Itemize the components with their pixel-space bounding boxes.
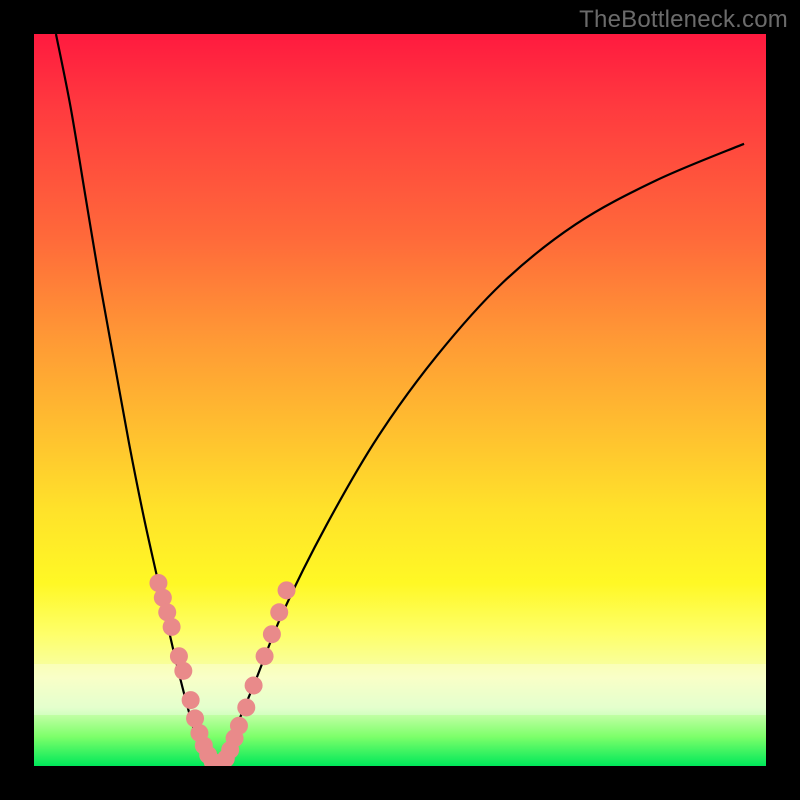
data-marker	[208, 756, 226, 766]
curve-bottleneck-right	[217, 144, 744, 766]
data-marker	[195, 737, 213, 755]
data-marker	[190, 724, 208, 742]
bottleneck-curve	[34, 34, 766, 766]
data-marker	[174, 662, 192, 680]
chart-frame: TheBottleneck.com	[0, 0, 800, 800]
watermark-text: TheBottleneck.com	[579, 6, 788, 34]
data-marker	[237, 698, 255, 716]
data-marker	[230, 717, 248, 735]
data-marker	[170, 647, 188, 665]
data-marker	[182, 691, 200, 709]
plot-area	[34, 34, 766, 766]
data-marker	[204, 753, 222, 766]
data-marker	[221, 741, 239, 759]
data-marker	[270, 603, 288, 621]
data-marker	[263, 625, 281, 643]
data-marker	[256, 647, 274, 665]
data-marker	[245, 676, 263, 694]
data-marker	[154, 589, 172, 607]
data-marker	[278, 581, 296, 599]
curve-bottleneck-left	[56, 34, 217, 766]
data-marker	[186, 709, 204, 727]
data-marker	[199, 746, 217, 764]
data-marker	[163, 618, 181, 636]
data-marker	[217, 750, 235, 766]
data-marker	[212, 755, 230, 766]
balance-band	[34, 664, 766, 715]
data-marker	[158, 603, 176, 621]
data-marker	[149, 574, 167, 592]
data-marker	[226, 729, 244, 747]
